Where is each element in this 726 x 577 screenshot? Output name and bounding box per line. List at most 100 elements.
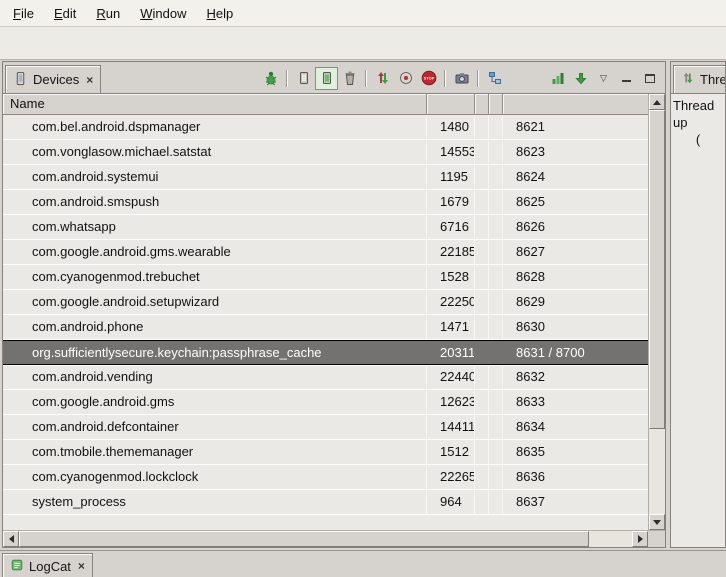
vertical-scrollbar[interactable]	[648, 94, 665, 530]
minimize-glyph	[622, 74, 631, 83]
menu-window[interactable]: Window	[130, 2, 196, 25]
toolbar-separator	[444, 70, 446, 87]
table-row[interactable]: com.google.android.gms126238633	[3, 390, 665, 415]
table-row[interactable]: com.tmobile.thememanager15128635	[3, 440, 665, 465]
cell-port: 8621	[503, 115, 665, 139]
table-row[interactable]: org.sufficientlysecure.keychain:passphra…	[3, 340, 665, 365]
column-header-col3[interactable]	[489, 94, 503, 114]
update-threads-icon[interactable]	[371, 67, 394, 90]
table-row[interactable]: com.google.android.setupwizard222508629	[3, 290, 665, 315]
cell-pid: 1512	[427, 440, 475, 464]
scroll-left-button[interactable]	[3, 531, 19, 547]
threads-view-header: Threa	[671, 62, 725, 93]
cell-blank	[475, 140, 489, 164]
tab-devices-label: Devices	[33, 72, 79, 87]
table-row[interactable]: com.whatsapp67168626	[3, 215, 665, 240]
horizontal-scroll-thumb[interactable]	[19, 531, 589, 547]
cell-blank	[489, 341, 503, 364]
hierarchy-view-icon[interactable]	[483, 67, 506, 90]
cell-blank	[489, 240, 503, 264]
stop-process-icon[interactable]: STOP	[417, 67, 440, 90]
view-menu-icon[interactable]: ▽	[592, 67, 615, 90]
cell-process-name: com.android.phone	[3, 315, 427, 339]
scroll-up-button[interactable]	[649, 94, 665, 110]
chevron-down-icon: ▽	[600, 74, 607, 83]
tab-threads[interactable]: Threa	[673, 65, 726, 93]
cell-port: 8632	[503, 365, 665, 389]
minimize-icon[interactable]	[615, 67, 638, 90]
table-row[interactable]: com.android.smspush16798625	[3, 190, 665, 215]
column-header-col4[interactable]	[503, 94, 648, 114]
menu-bar: FileEditRunWindowHelp	[0, 0, 726, 27]
table-row[interactable]: com.cyanogenmod.trebuchet15288628	[3, 265, 665, 290]
arrow-down-icon	[653, 520, 661, 525]
cell-blank	[489, 315, 503, 339]
maximize-icon[interactable]	[638, 67, 661, 90]
table-row[interactable]: com.vonglasow.michael.satstat145538623	[3, 140, 665, 165]
update-heap-icon[interactable]	[292, 67, 315, 90]
cell-blank	[475, 290, 489, 314]
cell-pid: 22440	[427, 365, 475, 389]
table-body: com.bel.android.dspmanager14808621com.vo…	[3, 115, 665, 530]
pull-file-icon[interactable]	[569, 67, 592, 90]
table-row[interactable]: com.android.phone14718630	[3, 315, 665, 340]
vertical-scroll-track[interactable]	[649, 110, 665, 514]
column-header-name[interactable]: Name	[3, 94, 427, 114]
bottom-scroll-row	[3, 530, 665, 547]
cell-pid: 964	[427, 490, 475, 514]
close-icon[interactable]: ×	[86, 73, 93, 87]
scroll-right-button[interactable]	[632, 531, 648, 547]
column-header-col1[interactable]	[427, 94, 475, 114]
column-header-col2[interactable]	[475, 94, 489, 114]
cell-blank	[475, 490, 489, 514]
horizontal-scroll-track[interactable]	[19, 531, 632, 547]
cell-port: 8634	[503, 415, 665, 439]
close-icon[interactable]: ×	[78, 559, 85, 573]
cell-blank	[489, 140, 503, 164]
table-row[interactable]: com.cyanogenmod.lockclock222658636	[3, 465, 665, 490]
cell-process-name: com.tmobile.thememanager	[3, 440, 427, 464]
devices-panel: Devices ×	[2, 61, 666, 548]
horizontal-scrollbar[interactable]	[3, 530, 648, 547]
cell-process-name: system_process	[3, 490, 427, 514]
menu-run[interactable]: Run	[86, 2, 130, 25]
cause-gc-icon[interactable]	[338, 67, 361, 90]
table-row[interactable]: com.bel.android.dspmanager14808621	[3, 115, 665, 140]
screen-capture-icon[interactable]	[450, 67, 473, 90]
method-profiling-icon[interactable]	[394, 67, 417, 90]
cell-pid: 22250	[427, 290, 475, 314]
cell-port: 8625	[503, 190, 665, 214]
threads-icon	[681, 71, 695, 88]
table-row[interactable]: com.android.vending22440 8632	[3, 365, 665, 390]
cell-blank	[489, 115, 503, 139]
cell-pid: 1679	[427, 190, 475, 214]
debug-icon[interactable]	[259, 67, 282, 90]
cell-pid: 14411	[427, 415, 475, 439]
menu-edit[interactable]: Edit	[44, 2, 86, 25]
scroll-down-button[interactable]	[649, 514, 665, 530]
menu-help[interactable]: Help	[196, 2, 243, 25]
arrow-right-icon	[638, 535, 643, 543]
table-row[interactable]: com.google.android.gms.wearable221858627	[3, 240, 665, 265]
table-row[interactable]: system_process9648637	[3, 490, 665, 515]
tab-logcat[interactable]: LogCat ×	[2, 553, 93, 577]
tab-devices[interactable]: Devices ×	[5, 65, 101, 93]
cell-process-name: com.vonglasow.michael.satstat	[3, 140, 427, 164]
tab-logcat-label: LogCat	[29, 559, 71, 574]
cell-port: 8626	[503, 215, 665, 239]
heap-chart-icon[interactable]	[546, 67, 569, 90]
cell-pid: 22185	[427, 240, 475, 264]
cell-process-name: com.google.android.setupwizard	[3, 290, 427, 314]
cell-blank	[489, 165, 503, 189]
menu-file[interactable]: File	[3, 2, 44, 25]
cell-process-name: com.android.defcontainer	[3, 415, 427, 439]
vertical-scroll-thumb[interactable]	[649, 110, 665, 429]
cell-process-name: com.android.vending	[3, 365, 427, 389]
cell-blank	[475, 390, 489, 414]
table-row[interactable]: com.android.defcontainer14411 8634	[3, 415, 665, 440]
table-row[interactable]: com.android.systemui11958624	[3, 165, 665, 190]
dump-hprof-icon[interactable]	[315, 67, 338, 90]
logcat-icon	[10, 558, 24, 575]
arrow-left-icon	[9, 535, 14, 543]
devices-toolbar: STOP ▽	[259, 66, 661, 90]
